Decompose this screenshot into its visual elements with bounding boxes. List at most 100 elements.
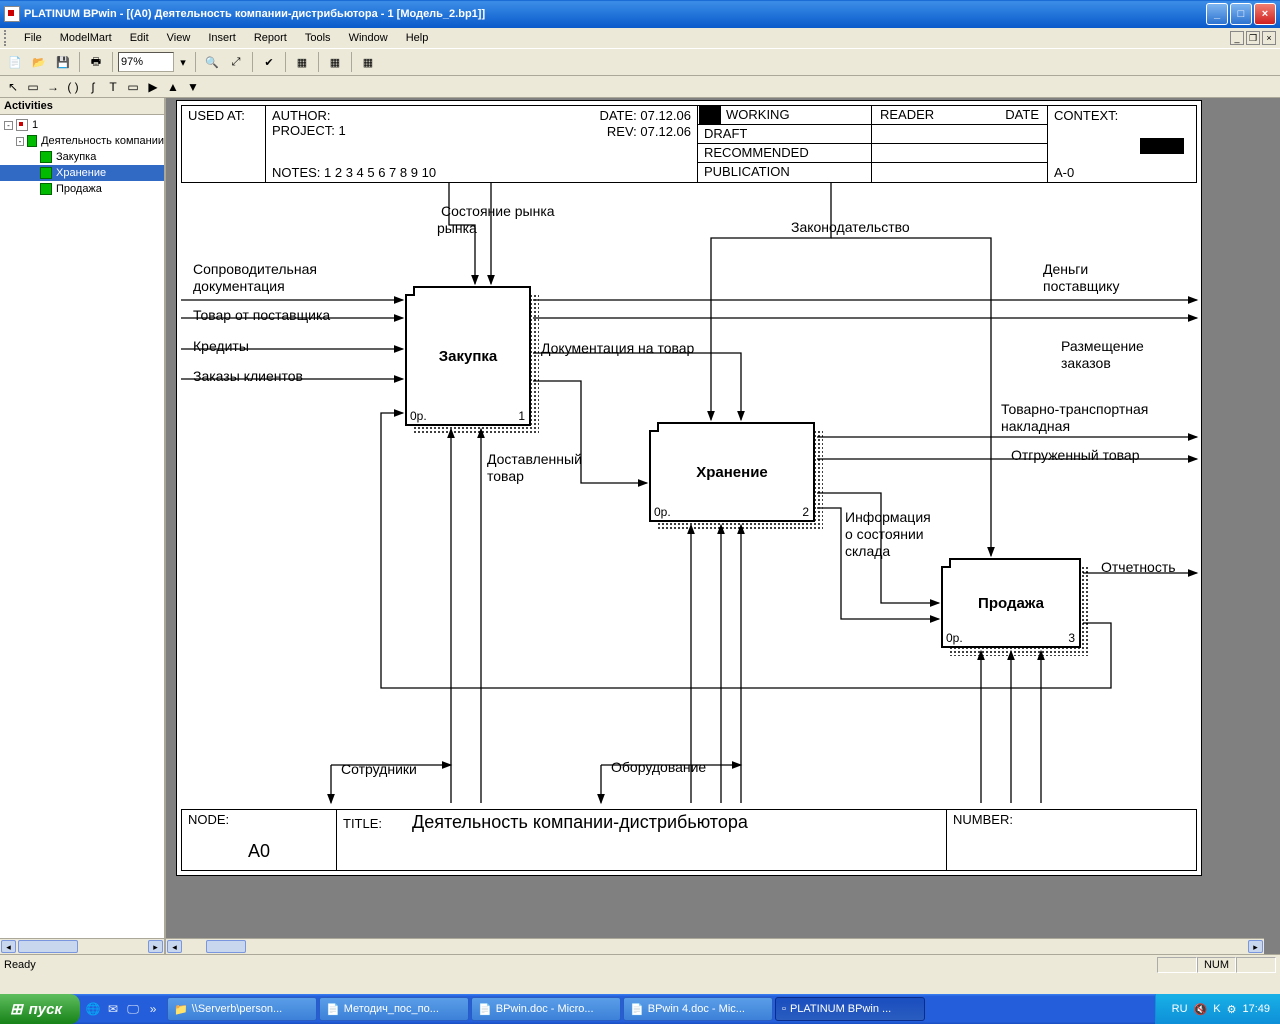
tree-root[interactable]: -1 — [0, 117, 164, 133]
nav-right-icon[interactable]: ▶ — [144, 78, 162, 96]
scroll-right-icon[interactable]: ▸ — [148, 940, 163, 953]
zoom-in-icon[interactable]: 🔍 — [201, 51, 223, 73]
report-icon[interactable]: ▦ — [357, 51, 379, 73]
canvas-hscroll[interactable]: ◂▸ — [166, 938, 1264, 954]
quick-launch: 🌐✉🖵» — [80, 1000, 166, 1018]
menu-grip[interactable] — [4, 30, 10, 46]
tree-node[interactable]: Закупка — [0, 149, 164, 165]
title-value: Деятельность компании-дистрибьютора — [412, 812, 748, 832]
status-working: WORKING — [698, 106, 871, 125]
activities-title: Activities — [0, 98, 164, 115]
menu-insert[interactable]: Insert — [200, 30, 244, 46]
activities-tree[interactable]: -1 -Деятельность компании Закупка Хранен… — [0, 115, 164, 938]
menu-file[interactable]: File — [16, 30, 50, 46]
scroll-thumb[interactable] — [18, 940, 78, 953]
menu-modelmart[interactable]: ModelMart — [52, 30, 120, 46]
new-icon[interactable]: 📄 — [4, 51, 26, 73]
menu-tools[interactable]: Tools — [297, 30, 339, 46]
title-bar: PLATINUM BPwin - [(A0) Деятельность комп… — [0, 0, 1280, 28]
status-cell — [1236, 957, 1276, 973]
arrow-label: Отгруженный товар — [1011, 447, 1139, 463]
tray-icon[interactable]: K — [1213, 1003, 1220, 1015]
status-bar: Ready NUM — [0, 954, 1280, 974]
taskbar: ⊞пуск 🌐✉🖵» 📁 \\Serverb\person... 📄 Метод… — [0, 994, 1280, 1024]
scroll-right-icon[interactable]: ▸ — [1248, 940, 1263, 953]
nav-up-icon[interactable]: ▲ — [164, 78, 182, 96]
task-button[interactable]: 📄 BPwin 4.doc - Mic... — [623, 997, 773, 1021]
tray-icon[interactable]: 🔇 — [1194, 1003, 1208, 1016]
zoom-fit-icon[interactable]: ⤢ — [225, 51, 247, 73]
activity-icon — [40, 167, 52, 179]
nav-down-icon[interactable]: ▼ — [184, 78, 202, 96]
task-button[interactable]: 📁 \\Serverb\person... — [167, 997, 317, 1021]
arrow-icon[interactable]: → — [44, 78, 62, 96]
dict-icon[interactable]: ▦ — [291, 51, 313, 73]
model-icon[interactable]: ▦ — [324, 51, 346, 73]
root-icon — [16, 119, 28, 131]
maximize-button[interactable]: □ — [1230, 3, 1252, 25]
lang-indicator[interactable]: RU — [1172, 1003, 1188, 1015]
arrow-label: товар — [487, 468, 524, 484]
system-tray[interactable]: RU 🔇 K ⚙ 17:49 — [1155, 994, 1280, 1024]
scroll-thumb[interactable] — [206, 940, 246, 953]
scroll-left-icon[interactable]: ◂ — [167, 940, 182, 953]
ql-icon[interactable]: » — [144, 1000, 162, 1018]
tree-node[interactable]: Продажа — [0, 181, 164, 197]
app-icon — [4, 6, 20, 22]
diagram-canvas[interactable]: USED AT: AUTHOR: PROJECT: 1 NOTES: 1 2 3… — [166, 98, 1280, 954]
notes-label: NOTES: 1 2 3 4 5 6 7 8 9 10 — [272, 165, 436, 180]
tunnel-icon[interactable]: ( ) — [64, 78, 82, 96]
node-value: A0 — [188, 841, 330, 862]
idef0-header: USED AT: AUTHOR: PROJECT: 1 NOTES: 1 2 3… — [181, 105, 1197, 183]
diagram-icon[interactable]: ▭ — [124, 78, 142, 96]
ql-icon[interactable]: 🌐 — [84, 1000, 102, 1018]
expand-icon[interactable]: - — [16, 137, 24, 146]
scroll-left-icon[interactable]: ◂ — [1, 940, 16, 953]
status-num: NUM — [1197, 957, 1236, 973]
menu-edit[interactable]: Edit — [122, 30, 157, 46]
mdi-minimize[interactable]: _ — [1230, 31, 1244, 45]
ql-icon[interactable]: ✉ — [104, 1000, 122, 1018]
mdi-restore[interactable]: ❐ — [1246, 31, 1260, 45]
open-icon[interactable]: 📂 — [28, 51, 50, 73]
expand-icon[interactable]: - — [4, 121, 13, 130]
ql-icon[interactable]: 🖵 — [124, 1000, 142, 1018]
reader-date-label: DATE — [1005, 107, 1039, 123]
zoom-dropdown[interactable]: ▾ — [176, 51, 190, 73]
text-icon[interactable]: T — [104, 78, 122, 96]
tree-node[interactable]: -Деятельность компании — [0, 133, 164, 149]
start-button[interactable]: ⊞пуск — [0, 994, 80, 1024]
clock[interactable]: 17:49 — [1242, 1003, 1270, 1015]
status-publication: PUBLICATION — [698, 163, 871, 182]
task-button[interactable]: 📄 BPwin.doc - Micro... — [471, 997, 621, 1021]
menu-report[interactable]: Report — [246, 30, 295, 46]
squiggle-icon[interactable]: ʃ — [84, 78, 102, 96]
arrow-label: Сотрудники — [341, 761, 417, 777]
arrow-label: Товар от поставщика — [193, 307, 330, 323]
print-icon[interactable]: 🖶 — [85, 51, 107, 73]
box-icon[interactable]: ▭ — [24, 78, 42, 96]
arrow-label: Информация — [845, 509, 931, 525]
save-icon[interactable]: 💾 — [52, 51, 74, 73]
task-button[interactable]: 📄 Методич_пос_по... — [319, 997, 469, 1021]
activity-icon — [40, 183, 52, 195]
mdi-close[interactable]: × — [1262, 31, 1276, 45]
pointer-icon[interactable]: ↖ — [4, 78, 22, 96]
menu-view[interactable]: View — [159, 30, 199, 46]
rev-label: REV: 07.12.06 — [607, 124, 691, 139]
menu-window[interactable]: Window — [341, 30, 396, 46]
tray-icon[interactable]: ⚙ — [1227, 1003, 1237, 1016]
task-button-active[interactable]: ▫ PLATINUM BPwin ... — [775, 997, 925, 1021]
minimize-button[interactable]: _ — [1206, 3, 1228, 25]
window-title: PLATINUM BPwin - [(A0) Деятельность комп… — [24, 8, 485, 20]
menu-help[interactable]: Help — [398, 30, 437, 46]
tree-node-selected[interactable]: Хранение — [0, 165, 164, 181]
close-button[interactable]: × — [1254, 3, 1276, 25]
side-hscroll[interactable]: ◂▸ — [0, 938, 164, 954]
zoom-combo[interactable] — [118, 52, 174, 72]
arrow-label: Состояние рынка — [441, 203, 555, 219]
arrow-label: склада — [845, 543, 890, 559]
spell-icon[interactable]: ✔ — [258, 51, 280, 73]
arrow-label: поставщику — [1043, 278, 1119, 294]
menu-bar: File ModelMart Edit View Insert Report T… — [0, 28, 1280, 48]
